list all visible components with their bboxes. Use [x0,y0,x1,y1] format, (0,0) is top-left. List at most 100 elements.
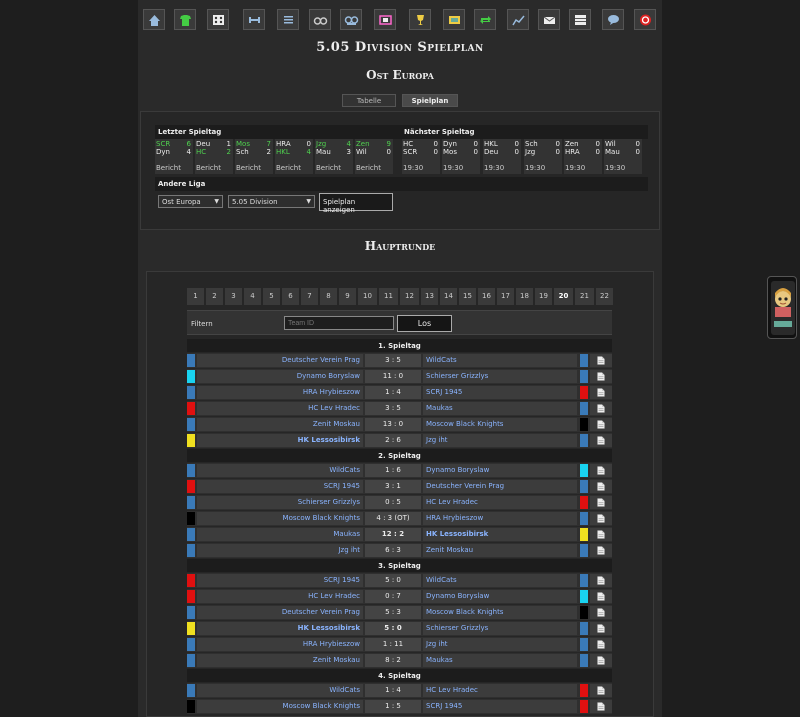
away-team-link[interactable]: Maukas [423,402,577,415]
round-11[interactable]: 11 [379,288,398,305]
transfer-icon[interactable] [474,9,496,30]
away-team-link[interactable]: Zenit Moskau [423,544,577,557]
round-17[interactable]: 17 [497,288,514,305]
round-9[interactable]: 9 [339,288,356,305]
report-icon[interactable] [590,654,612,667]
report-icon[interactable] [590,622,612,635]
last-game-cell[interactable]: SCR 6 Dyn 4 Bericht [155,139,193,174]
away-team-link[interactable]: HC Lev Hradec [423,684,577,697]
lineup-icon[interactable] [207,9,229,30]
round-14[interactable]: 14 [440,288,457,305]
home-team-link[interactable]: WildCats [197,464,363,477]
round-1[interactable]: 1 [187,288,204,305]
report-icon[interactable] [590,464,612,477]
match-score[interactable]: 0 : 7 [365,590,421,603]
away-team-link[interactable]: SCRJ 1945 [423,700,577,713]
next-game-cell[interactable]: HKL 0 Deu 0 19:30 [483,139,521,174]
home-team-link[interactable]: Deutscher Verein Prag [197,606,363,619]
match-score[interactable]: 1 : 4 [365,386,421,399]
home-team-link[interactable]: HC Lev Hradec [197,402,363,415]
report-link[interactable]: Bericht [276,164,301,172]
round-20[interactable]: 20 [554,288,573,305]
mail-icon[interactable] [538,9,560,30]
tab-spielplan[interactable]: Spielplan [402,94,458,107]
training-icon[interactable] [243,9,265,30]
round-19[interactable]: 19 [535,288,552,305]
finance-icon[interactable] [443,9,465,30]
away-team-link[interactable]: Maukas [423,654,577,667]
home-team-link[interactable]: Zenit Moskau [197,418,363,431]
home-team-link[interactable]: SCRJ 1945 [197,480,363,493]
match-score[interactable]: 5 : 0 [365,622,421,635]
report-link[interactable]: Bericht [356,164,381,172]
round-6[interactable]: 6 [282,288,299,305]
home-team-link[interactable]: Zenit Moskau [197,654,363,667]
report-icon[interactable] [590,606,612,619]
next-game-cell[interactable]: Dyn 0 Mos 0 19:30 [442,139,480,174]
next-game-cell[interactable]: Sch 0 Jzg 0 19:30 [524,139,562,174]
stats-icon[interactable] [507,9,529,30]
round-15[interactable]: 15 [459,288,476,305]
league-select[interactable]: Ost Europa ▼ [158,195,223,208]
match-score[interactable]: 8 : 2 [365,654,421,667]
home-team-link[interactable]: WildCats [197,684,363,697]
match-score[interactable]: 1 : 5 [365,700,421,713]
report-icon[interactable] [590,684,612,697]
table-icon[interactable] [569,9,591,30]
report-icon[interactable] [590,386,612,399]
jersey-icon[interactable] [174,9,196,30]
away-team-link[interactable]: Jzg iht [423,638,577,651]
home-team-link[interactable]: SCRJ 1945 [197,574,363,587]
report-link[interactable]: Bericht [316,164,341,172]
round-21[interactable]: 21 [575,288,594,305]
report-icon[interactable] [590,528,612,541]
match-score[interactable]: 3 : 5 [365,402,421,415]
away-team-link[interactable]: WildCats [423,574,577,587]
home-icon[interactable] [143,9,165,30]
round-18[interactable]: 18 [516,288,533,305]
away-team-link[interactable]: HK Lessosibirsk [423,528,577,541]
home-team-link[interactable]: Dynamo Boryslaw [197,370,363,383]
round-22[interactable]: 22 [596,288,613,305]
away-team-link[interactable]: WildCats [423,354,577,367]
round-12[interactable]: 12 [400,288,419,305]
report-icon[interactable] [590,638,612,651]
avatar-widget[interactable] [767,276,797,339]
report-icon[interactable] [590,370,612,383]
scout-icon[interactable] [340,9,362,30]
match-score[interactable]: 1 : 6 [365,464,421,477]
match-score[interactable]: 13 : 0 [365,418,421,431]
match-score[interactable]: 4 : 3 (OT) [365,512,421,525]
last-game-cell[interactable]: HRA 0 HKL 4 Bericht [275,139,313,174]
away-team-link[interactable]: Jzg iht [423,434,577,447]
report-icon[interactable] [590,544,612,557]
match-score[interactable]: 2 : 6 [365,434,421,447]
home-team-link[interactable]: Jzg iht [197,544,363,557]
home-team-link[interactable]: Deutscher Verein Prag [197,354,363,367]
report-icon[interactable] [590,434,612,447]
home-team-link[interactable]: HRA Hrybieszow [197,638,363,651]
round-2[interactable]: 2 [206,288,223,305]
away-team-link[interactable]: HRA Hrybieszow [423,512,577,525]
away-team-link[interactable]: Dynamo Boryslaw [423,464,577,477]
match-score[interactable]: 3 : 5 [365,354,421,367]
match-score[interactable]: 0 : 5 [365,496,421,509]
round-5[interactable]: 5 [263,288,280,305]
trophy-icon[interactable] [409,9,431,30]
match-score[interactable]: 6 : 3 [365,544,421,557]
home-team-link[interactable]: Moscow Black Knights [197,700,363,713]
chat-icon[interactable] [602,9,624,30]
home-team-link[interactable]: Schierser Grizzlys [197,496,363,509]
next-game-cell[interactable]: Zen 0 HRA 0 19:30 [564,139,602,174]
show-schedule-button[interactable]: Spielplan anzeigen [319,193,393,214]
home-team-link[interactable]: HRA Hrybieszow [197,386,363,399]
next-game-cell[interactable]: Wil 0 Mau 0 19:30 [604,139,642,174]
report-icon[interactable] [590,574,612,587]
report-icon[interactable] [590,354,612,367]
tab-tabelle[interactable]: Tabelle [342,94,396,107]
away-team-link[interactable]: Schierser Grizzlys [423,622,577,635]
away-team-link[interactable]: HC Lev Hradec [423,496,577,509]
away-team-link[interactable]: Deutscher Verein Prag [423,480,577,493]
report-icon[interactable] [590,418,612,431]
home-team-link[interactable]: HK Lessosibirsk [197,622,363,635]
